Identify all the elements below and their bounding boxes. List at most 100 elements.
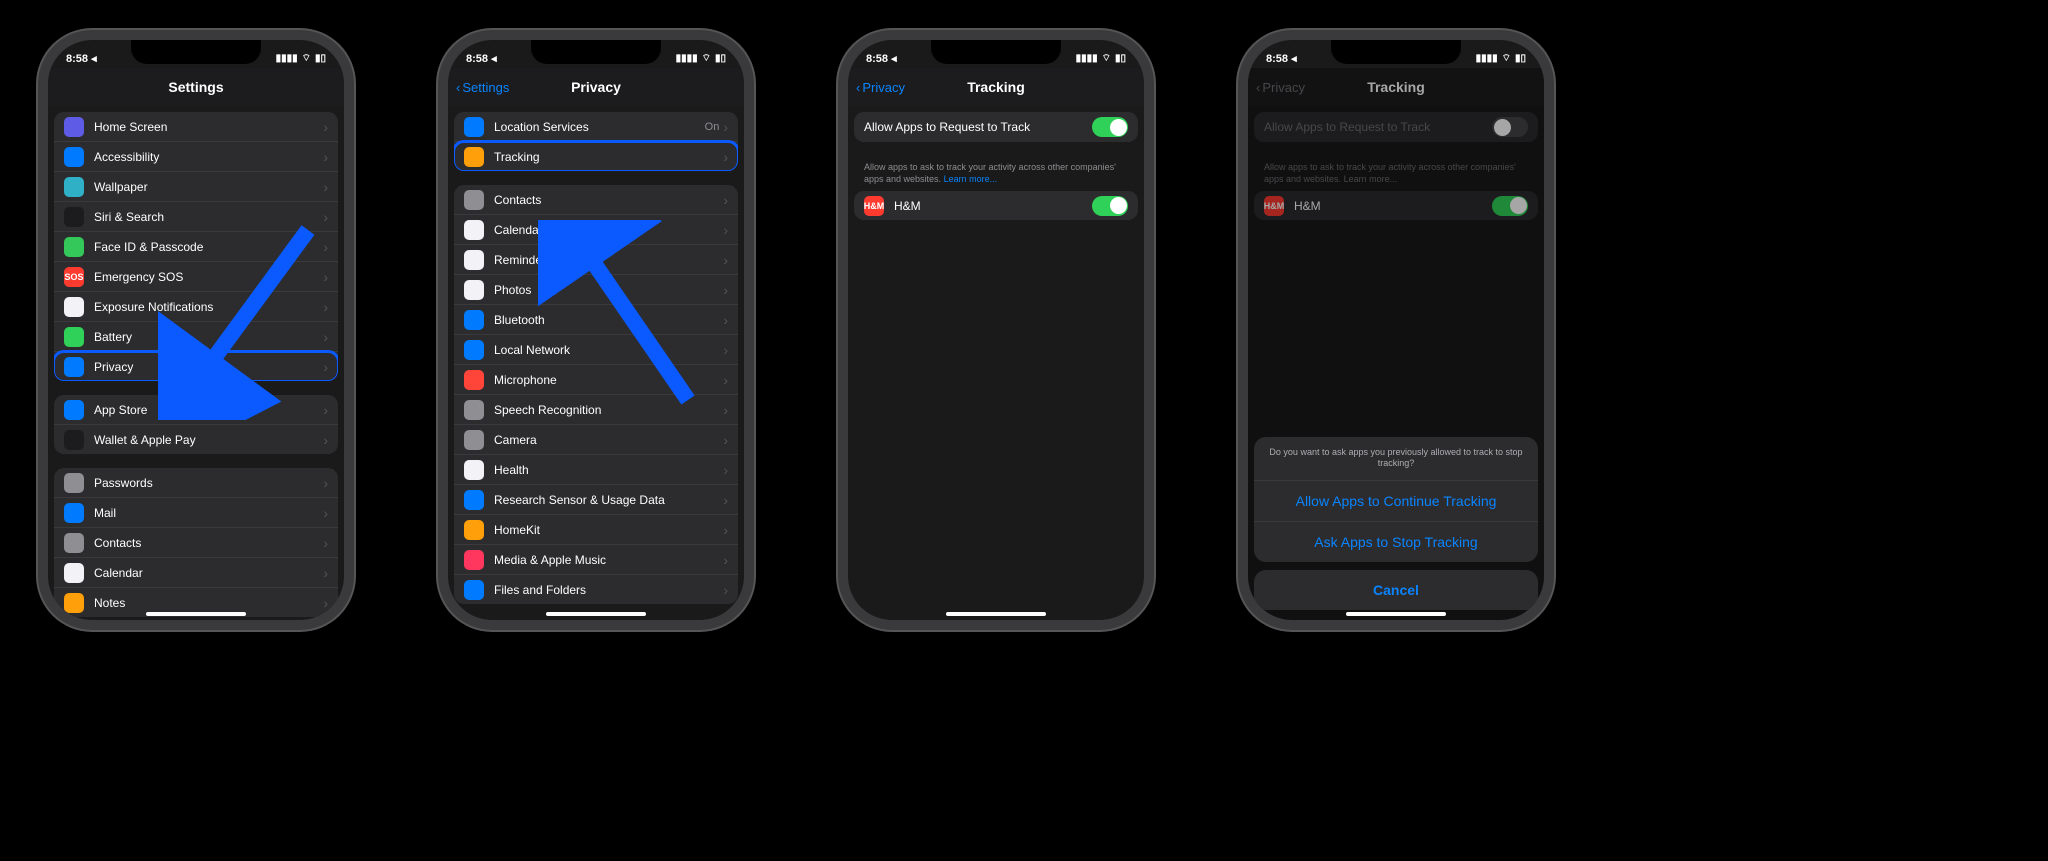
row-label: Health — [494, 463, 723, 477]
row-label: Emergency SOS — [94, 270, 323, 284]
settings-row[interactable]: Battery › — [54, 322, 338, 352]
chevron-right-icon: › — [323, 149, 328, 165]
settings-row[interactable]: Home Screen › — [54, 112, 338, 142]
home-indicator[interactable] — [946, 612, 1046, 616]
battery-icon: ▮▯ — [315, 53, 326, 64]
chevron-left-icon: ‹ — [856, 80, 860, 95]
settings-row[interactable]: Wallet & Apple Pay › — [54, 425, 338, 454]
settings-row[interactable]: Privacy › — [54, 352, 338, 381]
notch — [131, 40, 261, 64]
chevron-right-icon: › — [723, 312, 728, 328]
row-label: Mail — [94, 506, 323, 520]
contacts-icon — [464, 190, 484, 210]
wifi-icon: ⌔ — [702, 52, 711, 65]
back-button[interactable]: ‹ Settings — [456, 80, 509, 95]
row-label: Notes — [94, 596, 323, 610]
notch — [1331, 40, 1461, 64]
row-label: Wallpaper — [94, 180, 323, 194]
continue-tracking-button[interactable]: Allow Apps to Continue Tracking — [1254, 480, 1538, 521]
photos-icon — [464, 280, 484, 300]
chevron-right-icon: › — [323, 565, 328, 581]
settings-row[interactable]: Tracking › — [454, 142, 738, 171]
passwords-icon — [64, 473, 84, 493]
signal-icon: ▮▮▮▮ — [1076, 53, 1098, 64]
settings-row[interactable]: HomeKit › — [454, 515, 738, 545]
row-label: App Store — [94, 403, 323, 417]
exposure-icon — [64, 297, 84, 317]
allow-toggle[interactable] — [1092, 117, 1128, 137]
app-tracking-toggle[interactable] — [1092, 196, 1128, 216]
settings-row[interactable]: Research Sensor & Usage Data › — [454, 485, 738, 515]
row-label: Files and Folders — [494, 583, 723, 597]
signal-icon: ▮▮▮▮ — [676, 53, 698, 64]
settings-row[interactable]: SOS Emergency SOS › — [54, 262, 338, 292]
home-indicator[interactable] — [146, 612, 246, 616]
row-label: Microphone — [494, 373, 723, 387]
settings-row[interactable]: Face ID & Passcode › — [54, 232, 338, 262]
row-label: Privacy — [94, 360, 323, 374]
settings-row[interactable]: Reminders › — [454, 245, 738, 275]
chevron-right-icon: › — [323, 359, 328, 375]
row-label: Exposure Notifications — [94, 300, 323, 314]
settings-row[interactable]: Mail › — [54, 498, 338, 528]
cancel-button[interactable]: Cancel — [1254, 570, 1538, 610]
settings-row[interactable]: Bluetooth › — [454, 305, 738, 335]
settings-row[interactable]: Microphone › — [454, 365, 738, 395]
settings-row[interactable]: App Store › — [54, 395, 338, 425]
learn-more-link[interactable]: Learn more... — [944, 174, 998, 184]
row-label: Calendar — [94, 566, 323, 580]
row-label: Research Sensor & Usage Data — [494, 493, 723, 507]
calendars-icon — [464, 220, 484, 240]
settings-row[interactable]: Exposure Notifications › — [54, 292, 338, 322]
chevron-right-icon: › — [723, 222, 728, 238]
battery-icon: ▮▯ — [1515, 53, 1526, 64]
chevron-right-icon: › — [723, 372, 728, 388]
settings-row[interactable]: Calendars › — [454, 215, 738, 245]
tracking-footer: Allow apps to ask to track your activity… — [854, 156, 1138, 191]
settings-row[interactable]: Location Services On› — [454, 112, 738, 142]
settings-row[interactable]: H&M H&M — [854, 191, 1138, 220]
settings-row[interactable]: Camera › — [454, 425, 738, 455]
location-icon — [464, 117, 484, 137]
home-indicator[interactable] — [546, 612, 646, 616]
status-icons: ▮▮▮▮ ⌔ ▮▯ — [676, 52, 726, 65]
row-label: H&M — [894, 199, 1092, 213]
home-indicator[interactable] — [1346, 612, 1446, 616]
homekit-icon — [464, 520, 484, 540]
row-label: Reminders — [494, 253, 723, 267]
settings-row[interactable]: Wallpaper › — [54, 172, 338, 202]
status-icons: ▮▮▮▮ ⌔ ▮▯ — [276, 52, 326, 65]
settings-row[interactable]: Accessibility › — [54, 142, 338, 172]
settings-row[interactable]: Media & Apple Music › — [454, 545, 738, 575]
privacy-icon — [64, 357, 84, 377]
research-icon — [464, 490, 484, 510]
microphone-icon — [464, 370, 484, 390]
signal-icon: ▮▮▮▮ — [1476, 53, 1498, 64]
settings-row[interactable]: Contacts › — [54, 528, 338, 558]
stop-tracking-button[interactable]: Ask Apps to Stop Tracking — [1254, 521, 1538, 562]
battery-icon: ▮▯ — [1115, 53, 1126, 64]
row-label: HomeKit — [494, 523, 723, 537]
row-label: Face ID & Passcode — [94, 240, 323, 254]
settings-row[interactable]: Local Network › — [454, 335, 738, 365]
row-label: Wallet & Apple Pay — [94, 433, 323, 447]
faceid-icon — [64, 237, 84, 257]
settings-row[interactable]: Files and Folders › — [454, 575, 738, 604]
tracking-icon — [464, 147, 484, 167]
allow-apps-to-track-row[interactable]: Allow Apps to Request to Track — [854, 112, 1138, 142]
row-label: Battery — [94, 330, 323, 344]
navbar: ‹ Privacy Tracking — [848, 68, 1144, 106]
settings-row[interactable]: Calendar › — [54, 558, 338, 588]
settings-row[interactable]: Passwords › — [54, 468, 338, 498]
status-icons: ▮▮▮▮ ⌔ ▮▯ — [1476, 52, 1526, 65]
chevron-right-icon: › — [323, 505, 328, 521]
settings-row[interactable]: Photos › — [454, 275, 738, 305]
back-button[interactable]: ‹ Privacy — [856, 80, 905, 95]
chevron-right-icon: › — [323, 595, 328, 611]
settings-row[interactable]: Contacts › — [454, 185, 738, 215]
sos-icon: SOS — [64, 267, 84, 287]
settings-row[interactable]: Siri & Search › — [54, 202, 338, 232]
settings-row[interactable]: Speech Recognition › — [454, 395, 738, 425]
chevron-right-icon: › — [723, 149, 728, 165]
settings-row[interactable]: Health › — [454, 455, 738, 485]
